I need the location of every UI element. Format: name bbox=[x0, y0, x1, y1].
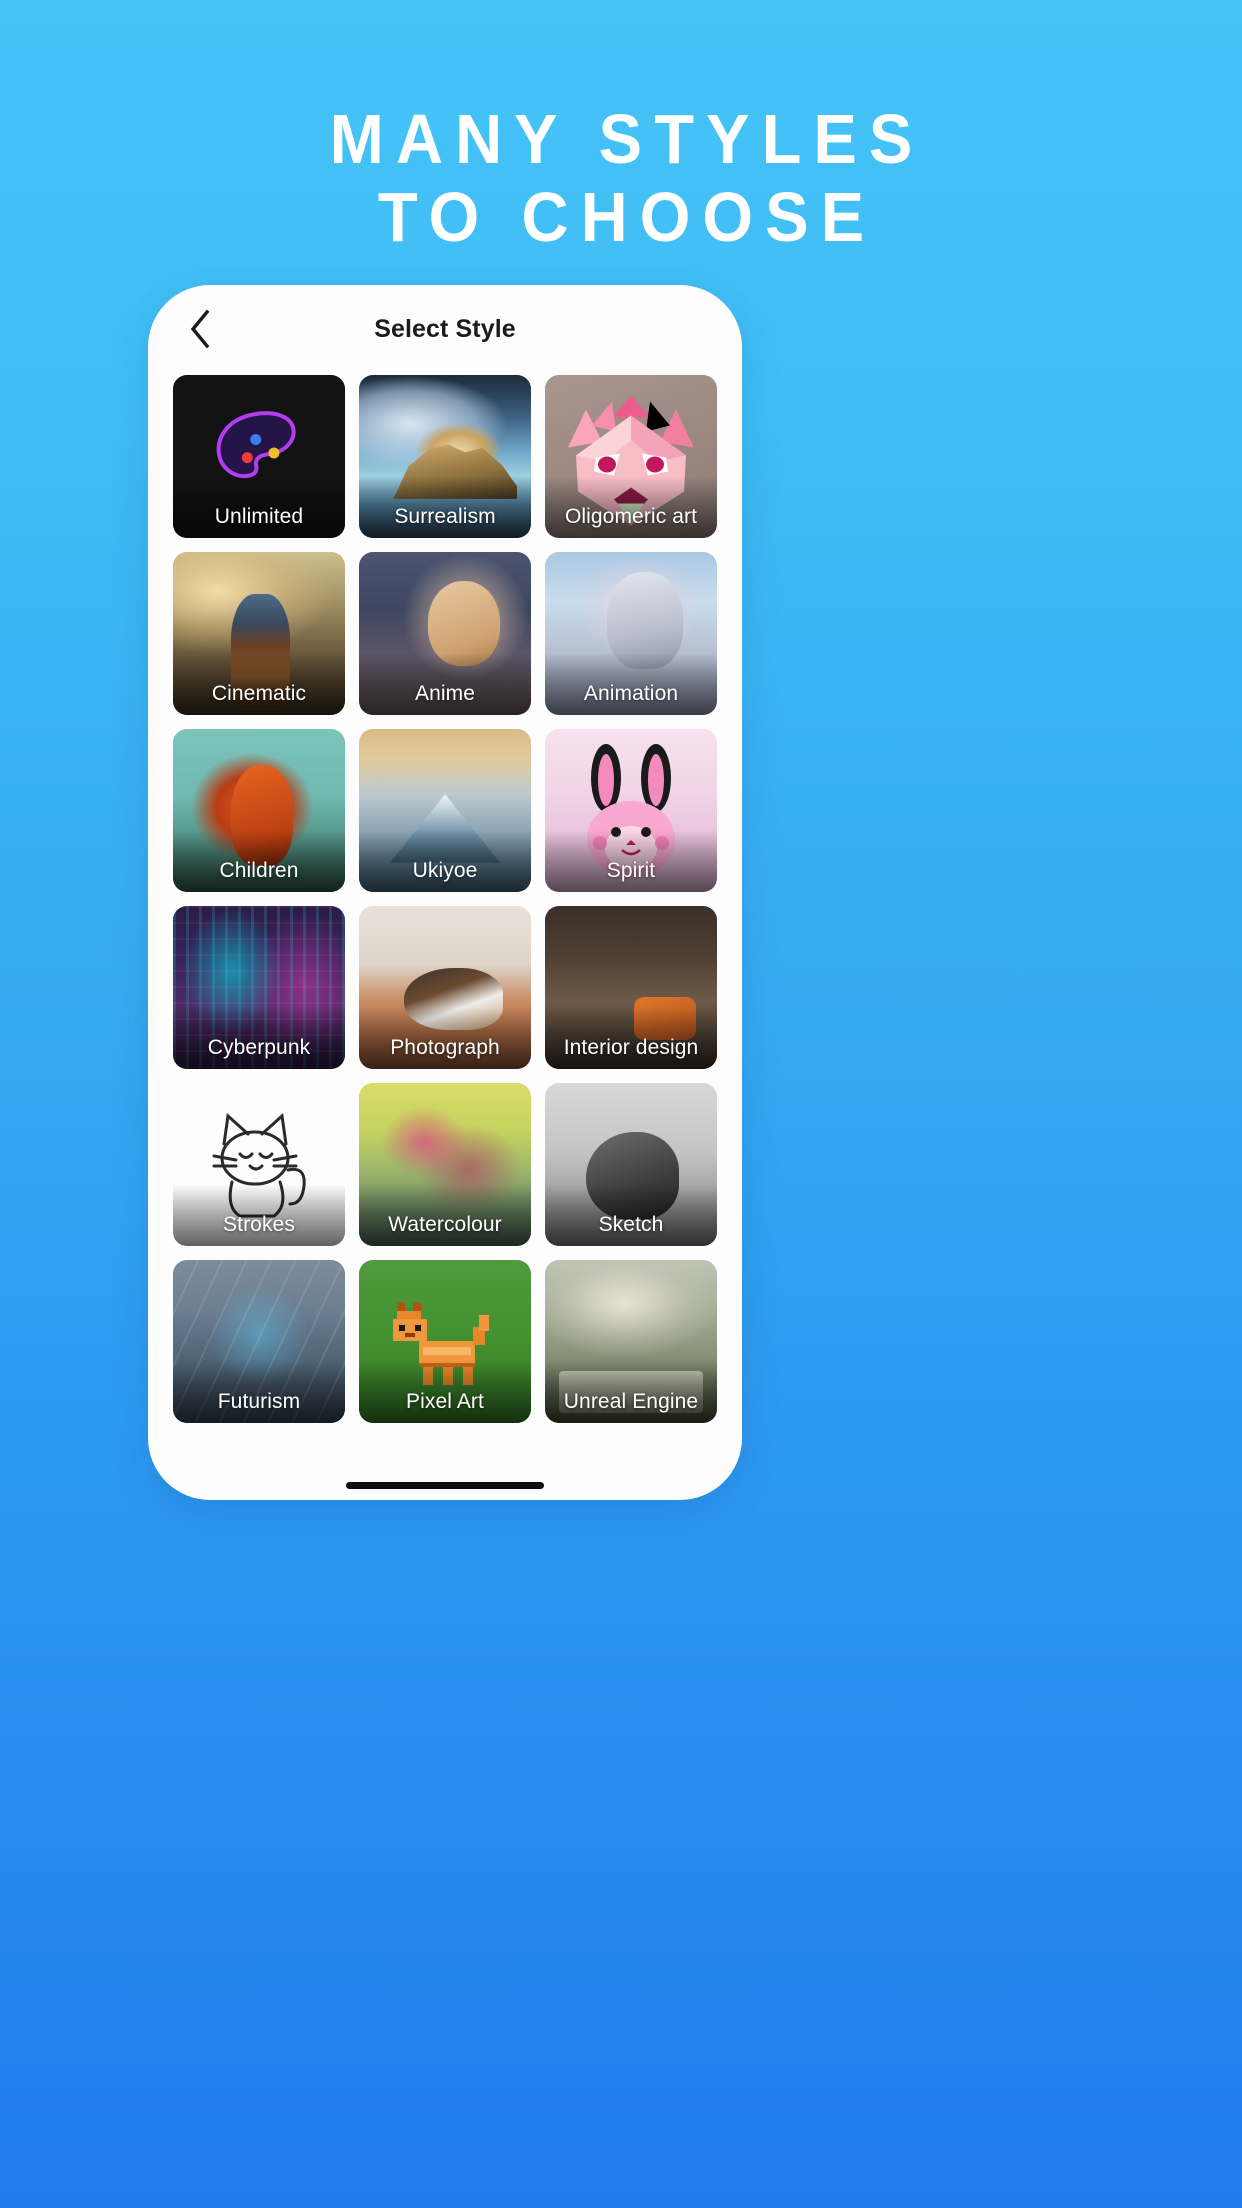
page-headline: MANY STYLES TO CHOOSE bbox=[43, 100, 1198, 256]
style-grid: Unlimited Surrealism Oligomeric art Cinemat… bbox=[148, 373, 742, 1423]
style-tile-label: Photograph bbox=[390, 1036, 500, 1059]
style-tile-label: Futurism bbox=[217, 1390, 301, 1413]
style-tile[interactable]: Children bbox=[173, 729, 345, 892]
chevron-left-icon bbox=[190, 309, 210, 349]
style-tile[interactable]: Strokes bbox=[173, 1083, 345, 1246]
style-tile-label: Animation bbox=[583, 682, 679, 705]
style-tile[interactable]: Pixel Art bbox=[359, 1260, 531, 1423]
home-indicator[interactable] bbox=[346, 1482, 544, 1489]
style-tile[interactable]: Oligomeric art bbox=[545, 375, 717, 538]
style-tile[interactable]: Spirit bbox=[545, 729, 717, 892]
style-tile[interactable]: Ukiyoe bbox=[359, 729, 531, 892]
style-tile-label: Unlimited bbox=[214, 505, 304, 528]
style-tile[interactable]: Cyberpunk bbox=[173, 906, 345, 1069]
style-tile-label: Interior design bbox=[563, 1036, 699, 1059]
style-tile[interactable]: Photograph bbox=[359, 906, 531, 1069]
style-tile[interactable]: Unreal Engine bbox=[545, 1260, 717, 1423]
style-tile[interactable]: Futurism bbox=[173, 1260, 345, 1423]
app-navbar: Select Style bbox=[148, 285, 742, 373]
headline-line-1: MANY STYLES bbox=[329, 100, 925, 178]
style-tile[interactable]: Animation bbox=[545, 552, 717, 715]
style-tile-label: Strokes bbox=[223, 1213, 295, 1236]
style-tile-label: Oligomeric art bbox=[564, 505, 698, 528]
style-tile[interactable]: Interior design bbox=[545, 906, 717, 1069]
style-tile-label: Watercolour bbox=[388, 1213, 502, 1236]
style-tile-label: Pixel Art bbox=[406, 1390, 484, 1413]
headline-line-2: TO CHOOSE bbox=[377, 178, 877, 256]
phone-mockup: Select Style Unlimited Surrealism Oligomer… bbox=[148, 285, 742, 1500]
style-tile[interactable]: Cinematic bbox=[173, 552, 345, 715]
style-tile-label: Spirit bbox=[606, 859, 656, 882]
style-tile[interactable]: Anime bbox=[359, 552, 531, 715]
style-tile[interactable]: Surrealism bbox=[359, 375, 531, 538]
style-tile-label: Surrealism bbox=[394, 505, 496, 528]
style-tile-label: Cyberpunk bbox=[207, 1036, 311, 1059]
style-tile[interactable]: Sketch bbox=[545, 1083, 717, 1246]
back-button[interactable] bbox=[178, 307, 222, 351]
style-tile-label: Sketch bbox=[598, 1213, 664, 1236]
style-tile-label: Unreal Engine bbox=[563, 1390, 699, 1413]
style-tile[interactable]: Unlimited bbox=[173, 375, 345, 538]
style-tile[interactable]: Watercolour bbox=[359, 1083, 531, 1246]
style-tile-label: Children bbox=[219, 859, 299, 882]
style-tile-label: Cinematic bbox=[211, 682, 307, 705]
style-tile-label: Ukiyoe bbox=[412, 859, 478, 882]
page-title: Select Style bbox=[374, 314, 516, 343]
style-tile-label: Anime bbox=[414, 682, 476, 705]
